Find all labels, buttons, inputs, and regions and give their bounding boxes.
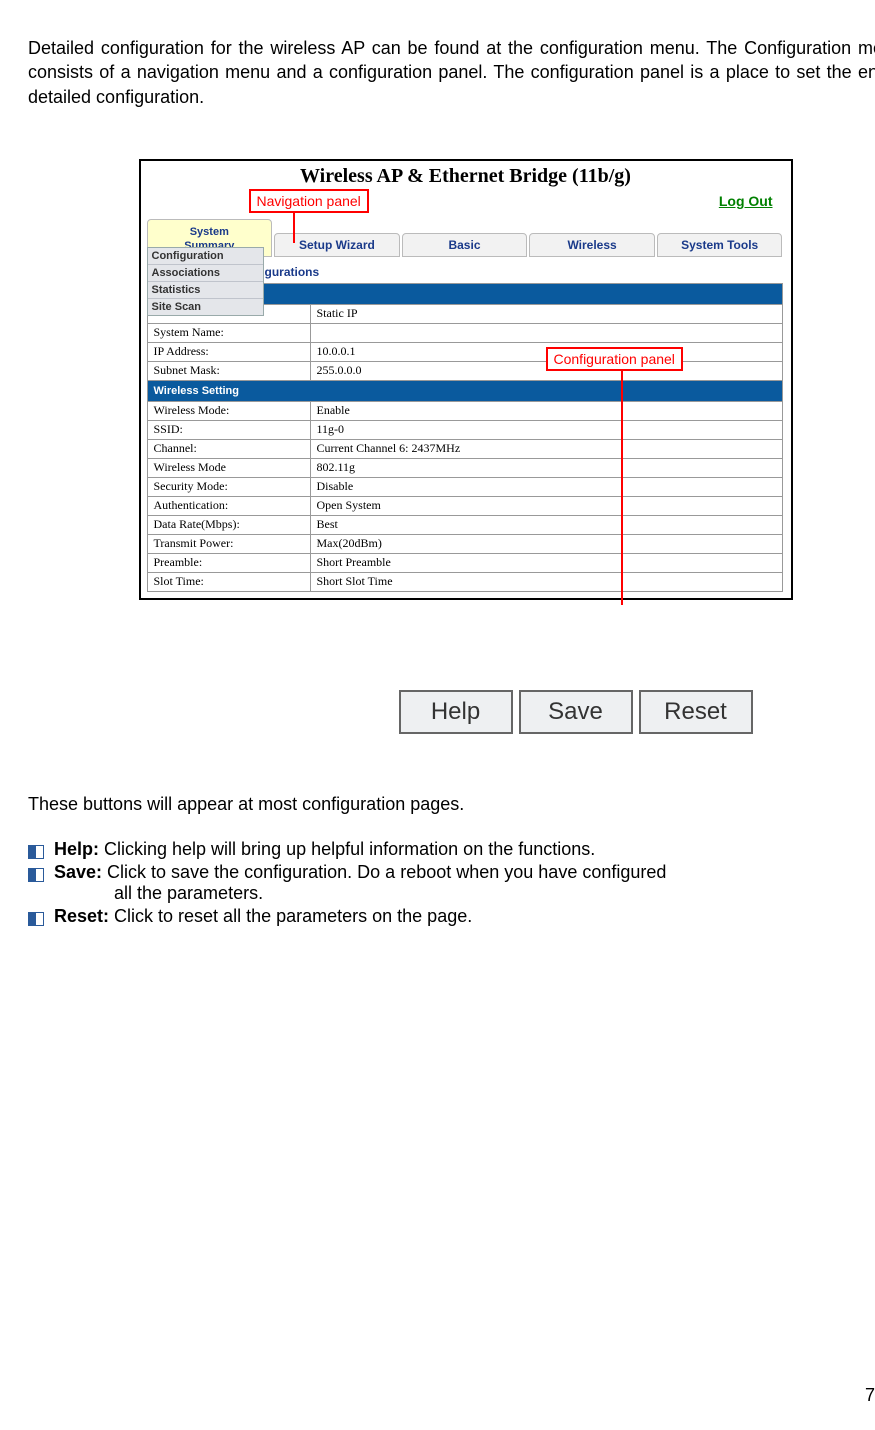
- config-value: [310, 323, 782, 342]
- help-button[interactable]: Help: [399, 690, 513, 734]
- annotation-nav-panel: Navigation panel: [249, 189, 369, 213]
- list-item: Help: Clicking help will bring up helpfu…: [28, 839, 875, 860]
- tab-system-tools[interactable]: System Tools: [657, 233, 783, 257]
- intro-paragraph: Detailed configuration for the wireless …: [28, 36, 875, 109]
- desc-save-text: Click to save the configuration. Do a re…: [102, 862, 666, 882]
- table-row: Wireless Setting: [147, 380, 782, 401]
- table-row: Authentication:Open System: [147, 496, 782, 515]
- table-row: SSID:11g-0: [147, 420, 782, 439]
- config-label: SSID:: [147, 420, 310, 439]
- config-label: Security Mode:: [147, 477, 310, 496]
- tab-label: System: [190, 226, 229, 238]
- table-row: Slot Time:Short Slot Time: [147, 572, 782, 591]
- config-value: Max(20dBm): [310, 534, 782, 553]
- table-row: Security Mode:Disable: [147, 477, 782, 496]
- table-row: IP Address:10.0.0.1: [147, 342, 782, 361]
- table-row: Transmit Power:Max(20dBm): [147, 534, 782, 553]
- button-row: Help Save Reset: [28, 690, 875, 734]
- bullet-icon: [28, 868, 44, 882]
- table-row: System Name:: [147, 323, 782, 342]
- config-label: Transmit Power:: [147, 534, 310, 553]
- annotation-config-line: [621, 369, 623, 605]
- table-row: Wireless Mode802.11g: [147, 458, 782, 477]
- dropdown-item-statistics[interactable]: Statistics: [148, 282, 263, 299]
- config-label: Data Rate(Mbps):: [147, 515, 310, 534]
- desc-help-label: Help:: [54, 839, 99, 859]
- config-label: Preamble:: [147, 553, 310, 572]
- dropdown-item-site-scan[interactable]: Site Scan: [148, 299, 263, 315]
- config-label: Channel:: [147, 439, 310, 458]
- desc-reset-label: Reset:: [54, 906, 109, 926]
- desc-save-label: Save:: [54, 862, 102, 882]
- nav-dropdown: Configuration Associations Statistics Si…: [147, 247, 264, 316]
- config-label: IP Address:: [147, 342, 310, 361]
- tab-basic[interactable]: Basic: [402, 233, 528, 257]
- config-label: Authentication:: [147, 496, 310, 515]
- buttons-intro: These buttons will appear at most config…: [28, 794, 875, 815]
- desc-save-cont: all the parameters.: [54, 883, 875, 904]
- list-item: Reset: Click to reset all the parameters…: [28, 906, 875, 927]
- tab-wireless[interactable]: Wireless: [529, 233, 655, 257]
- config-value: Best: [310, 515, 782, 534]
- button-descriptions: Help: Clicking help will bring up helpfu…: [28, 839, 875, 927]
- table-row: Data Rate(Mbps):Best: [147, 515, 782, 534]
- config-label: Slot Time:: [147, 572, 310, 591]
- config-value: Disable: [310, 477, 782, 496]
- bullet-icon: [28, 912, 44, 926]
- config-value: Enable: [310, 401, 782, 420]
- config-label: Wireless Mode:: [147, 401, 310, 420]
- table-row: Preamble:Short Preamble: [147, 553, 782, 572]
- config-screenshot: Wireless AP & Ethernet Bridge (11b/g) Lo…: [139, 159, 793, 600]
- config-value: 11g-0: [310, 420, 782, 439]
- page-number: 7: [865, 1385, 875, 1406]
- config-value: 802.11g: [310, 458, 782, 477]
- dropdown-item-configuration[interactable]: Configuration: [148, 248, 263, 265]
- dropdown-item-associations[interactable]: Associations: [148, 265, 263, 282]
- config-value: Short Slot Time: [310, 572, 782, 591]
- app-title: Wireless AP & Ethernet Bridge (11b/g): [141, 161, 791, 187]
- config-value: Current Channel 6: 2437MHz: [310, 439, 782, 458]
- config-label: Wireless Mode: [147, 458, 310, 477]
- table-row: Channel:Current Channel 6: 2437MHz: [147, 439, 782, 458]
- table-row: Wireless Mode:Enable: [147, 401, 782, 420]
- annotation-config-panel: Configuration panel: [546, 347, 683, 371]
- logout-link[interactable]: Log Out: [141, 187, 791, 215]
- desc-reset-text: Click to reset all the parameters on the…: [109, 906, 472, 926]
- config-value: Short Preamble: [310, 553, 782, 572]
- config-table: Static IPSystem Name:IP Address:10.0.0.1…: [147, 283, 783, 592]
- config-label: Subnet Mask:: [147, 361, 310, 380]
- reset-button[interactable]: Reset: [639, 690, 753, 734]
- config-value: Static IP: [310, 304, 782, 323]
- desc-help-text: Clicking help will bring up helpful info…: [99, 839, 595, 859]
- config-label: System Name:: [147, 323, 310, 342]
- section-header: Wireless Setting: [147, 380, 782, 401]
- save-button[interactable]: Save: [519, 690, 633, 734]
- list-item: Save: Click to save the configuration. D…: [28, 862, 875, 904]
- config-value: Open System: [310, 496, 782, 515]
- table-row: Subnet Mask:255.0.0.0: [147, 361, 782, 380]
- bullet-icon: [28, 845, 44, 859]
- annotation-nav-line: [293, 211, 295, 243]
